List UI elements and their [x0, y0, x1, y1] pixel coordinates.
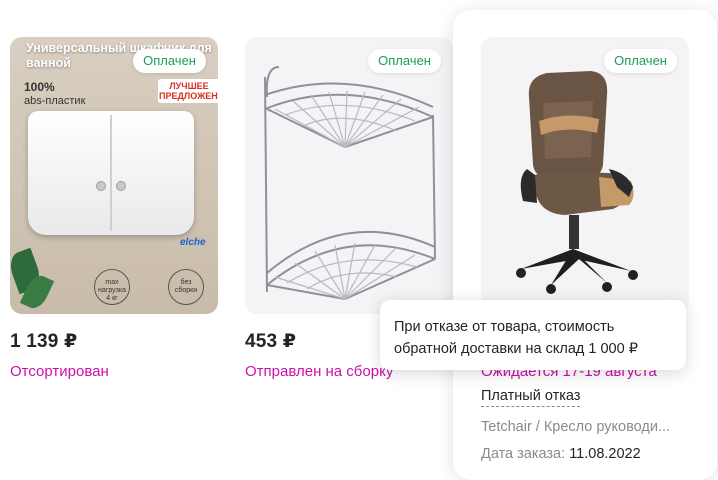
product-image-chair[interactable]: Оплачен — [481, 37, 689, 314]
payment-status-badge: Оплачен — [368, 49, 441, 73]
office-chair-illustration — [516, 71, 638, 294]
order-date-label: Дата заказа: — [481, 446, 566, 462]
no-assembly-badge: без сборки — [168, 269, 204, 305]
promo-material: 100% abs-пластик — [24, 80, 86, 108]
max-load-badge: max нагрузка 4 кг — [94, 269, 130, 305]
cabinet-illustration — [28, 111, 194, 235]
paid-refusal-link[interactable]: Платный отказ — [481, 388, 581, 407]
order-status: Отсортирован — [10, 363, 109, 380]
product-brand-name[interactable]: Tetchair / Кресло руководи... — [481, 419, 711, 435]
order-status: Отправлен на сборку — [245, 363, 394, 380]
tooltip-text: При отказе от товара, стоимость обратной… — [394, 319, 638, 357]
product-price: 453 ₽ — [245, 331, 297, 352]
product-price: 1 139 ₽ — [10, 331, 78, 352]
payment-status-badge: Оплачен — [133, 49, 206, 73]
promo-brand-logo: elche — [180, 237, 206, 248]
order-date-value: 11.08.2022 — [569, 446, 641, 462]
corner-shelf-illustration — [264, 66, 436, 300]
payment-status-badge: Оплачен — [604, 49, 677, 73]
order-date: Дата заказа: 11.08.2022 — [481, 446, 641, 462]
refusal-cost-tooltip: При отказе от товара, стоимость обратной… — [380, 300, 686, 370]
product-image-shelf[interactable]: Оплачен — [245, 37, 453, 314]
product-card-chair[interactable]: Оплачен Ожидается 17-19 августа Платный … — [453, 10, 717, 480]
product-image-cabinet[interactable]: Универсальный шкафчик для ванной 100% ab… — [10, 37, 218, 314]
promo-best-offer-label: ЛУЧШЕЕ ПРЕДЛОЖЕНИЕ — [158, 79, 218, 103]
